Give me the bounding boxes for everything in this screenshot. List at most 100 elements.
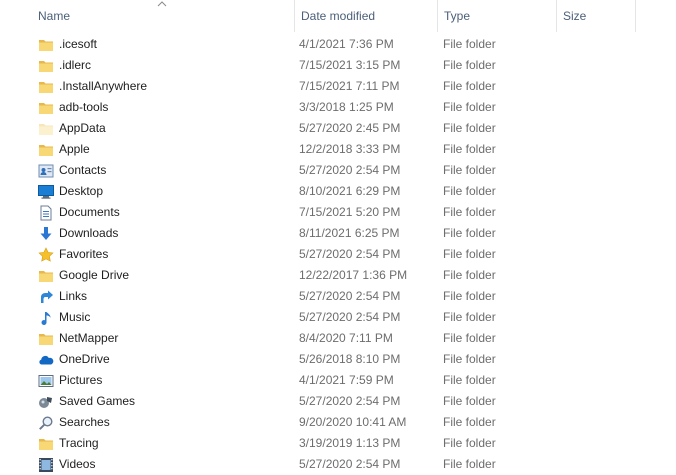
file-row[interactable]: Downloads 8/11/2021 6:25 PM File folder: [0, 223, 640, 244]
file-name: .InstallAnywhere: [59, 79, 148, 93]
onedrive-icon: [38, 352, 54, 368]
file-type: File folder: [443, 310, 496, 324]
music-icon: [38, 310, 54, 326]
file-date-modified: 7/15/2021 5:20 PM: [299, 205, 401, 219]
file-type: File folder: [443, 121, 496, 135]
file-date-modified: 5/27/2020 2:54 PM: [299, 457, 401, 471]
column-header-bar: Name Date modified Type Size: [0, 0, 676, 32]
file-type: File folder: [443, 415, 496, 429]
file-type: File folder: [443, 205, 496, 219]
file-date-modified: 7/15/2021 3:15 PM: [299, 58, 401, 72]
file-date-modified: 5/27/2020 2:54 PM: [299, 289, 401, 303]
file-row[interactable]: Documents 7/15/2021 5:20 PM File folder: [0, 202, 640, 223]
file-type: File folder: [443, 289, 496, 303]
file-date-modified: 8/4/2020 7:11 PM: [299, 331, 393, 345]
file-name: .icesoft: [59, 37, 98, 51]
column-header-size[interactable]: Size: [556, 0, 636, 32]
folder-icon: [38, 142, 54, 158]
contacts-icon: [38, 163, 54, 179]
file-name: .idlerc: [59, 58, 92, 72]
file-row[interactable]: Links 5/27/2020 2:54 PM File folder: [0, 286, 640, 307]
file-name: Downloads: [59, 226, 119, 240]
file-row[interactable]: Favorites 5/27/2020 2:54 PM File folder: [0, 244, 640, 265]
file-type: File folder: [443, 184, 496, 198]
file-row[interactable]: Tracing 3/19/2019 1:13 PM File folder: [0, 433, 640, 454]
file-type: File folder: [443, 457, 496, 471]
file-list: .icesoft 4/1/2021 7:36 PM File folder .idle…: [0, 34, 676, 475]
column-header-type[interactable]: Type: [437, 0, 556, 32]
file-name: Desktop: [59, 184, 104, 198]
downloads-icon: [38, 226, 54, 242]
file-name: Favorites: [59, 247, 109, 261]
file-date-modified: 9/20/2020 10:41 AM: [299, 415, 407, 429]
file-row[interactable]: Pictures 4/1/2021 7:59 PM File folder: [0, 370, 640, 391]
videos-icon: [38, 457, 54, 473]
file-name: Links: [59, 289, 88, 303]
file-type: File folder: [443, 247, 496, 261]
file-name: Searches: [59, 415, 110, 429]
file-type: File folder: [443, 226, 496, 240]
folder-icon: [38, 436, 54, 452]
file-type: File folder: [443, 436, 496, 450]
file-name: Tracing: [59, 436, 99, 450]
file-type: File folder: [443, 163, 496, 177]
file-name: Videos: [59, 457, 96, 471]
file-name: Contacts: [59, 163, 107, 177]
file-row[interactable]: Google Drive 12/22/2017 1:36 PM File folde…: [0, 265, 640, 286]
column-header-date-modified[interactable]: Date modified: [294, 0, 437, 32]
file-date-modified: 3/3/2018 1:25 PM: [299, 100, 394, 114]
file-name: Apple: [59, 142, 90, 156]
file-name: Google Drive: [59, 268, 130, 282]
file-row[interactable]: AppData 5/27/2020 2:45 PM File folder: [0, 118, 640, 139]
file-row[interactable]: Videos 5/27/2020 2:54 PM File folder: [0, 454, 640, 475]
file-date-modified: 8/10/2021 6:29 PM: [299, 184, 401, 198]
file-date-modified: 5/27/2020 2:54 PM: [299, 163, 401, 177]
saved-games-icon: [38, 394, 54, 410]
file-row[interactable]: .InstallAnywhere 7/15/2021 7:11 PM File fo…: [0, 76, 640, 97]
file-name: NetMapper: [59, 331, 119, 345]
column-header-name[interactable]: Name: [32, 0, 294, 32]
file-row[interactable]: .icesoft 4/1/2021 7:36 PM File folder: [0, 34, 640, 55]
file-date-modified: 7/15/2021 7:11 PM: [299, 79, 400, 93]
file-row[interactable]: .idlerc 7/15/2021 3:15 PM File folder: [0, 55, 640, 76]
file-type: File folder: [443, 37, 496, 51]
file-name: AppData: [59, 121, 106, 135]
file-date-modified: 5/26/2018 8:10 PM: [299, 352, 401, 366]
file-date-modified: 5/27/2020 2:54 PM: [299, 394, 401, 408]
file-row[interactable]: NetMapper 8/4/2020 7:11 PM File folder: [0, 328, 640, 349]
file-row[interactable]: Contacts 5/27/2020 2:54 PM File folder: [0, 160, 640, 181]
file-type: File folder: [443, 268, 496, 282]
file-date-modified: 12/2/2018 3:33 PM: [299, 142, 401, 156]
file-name: Pictures: [59, 373, 103, 387]
file-row[interactable]: Apple 12/2/2018 3:33 PM File folder: [0, 139, 640, 160]
file-date-modified: 5/27/2020 2:54 PM: [299, 310, 401, 324]
file-row[interactable]: adb-tools 3/3/2018 1:25 PM File folder: [0, 97, 640, 118]
file-date-modified: 3/19/2019 1:13 PM: [299, 436, 401, 450]
file-type: File folder: [443, 331, 496, 345]
file-name: Music: [59, 310, 91, 324]
file-date-modified: 5/27/2020 2:54 PM: [299, 247, 401, 261]
pictures-icon: [38, 373, 54, 389]
folder-icon: [38, 79, 54, 95]
file-type: File folder: [443, 100, 496, 114]
file-row[interactable]: Desktop 8/10/2021 6:29 PM File folder: [0, 181, 640, 202]
file-row[interactable]: OneDrive 5/26/2018 8:10 PM File folder: [0, 349, 640, 370]
file-row[interactable]: Saved Games 5/27/2020 2:54 PM File folder: [0, 391, 640, 412]
folder-icon: [38, 37, 54, 53]
folder-icon: [38, 331, 54, 347]
folder-icon: [38, 268, 54, 284]
file-date-modified: 4/1/2021 7:36 PM: [299, 37, 394, 51]
file-name: adb-tools: [59, 100, 109, 114]
desktop-icon: [38, 184, 54, 200]
search-icon: [38, 415, 54, 431]
file-row[interactable]: Music 5/27/2020 2:54 PM File folder: [0, 307, 640, 328]
file-date-modified: 5/27/2020 2:45 PM: [299, 121, 401, 135]
file-row[interactable]: Searches 9/20/2020 10:41 AM File folder: [0, 412, 640, 433]
file-name: Saved Games: [59, 394, 136, 408]
links-icon: [38, 289, 54, 305]
file-type: File folder: [443, 394, 496, 408]
folder-icon: [38, 58, 54, 74]
file-type: File folder: [443, 373, 496, 387]
file-type: File folder: [443, 79, 496, 93]
file-name: Documents: [59, 205, 120, 219]
